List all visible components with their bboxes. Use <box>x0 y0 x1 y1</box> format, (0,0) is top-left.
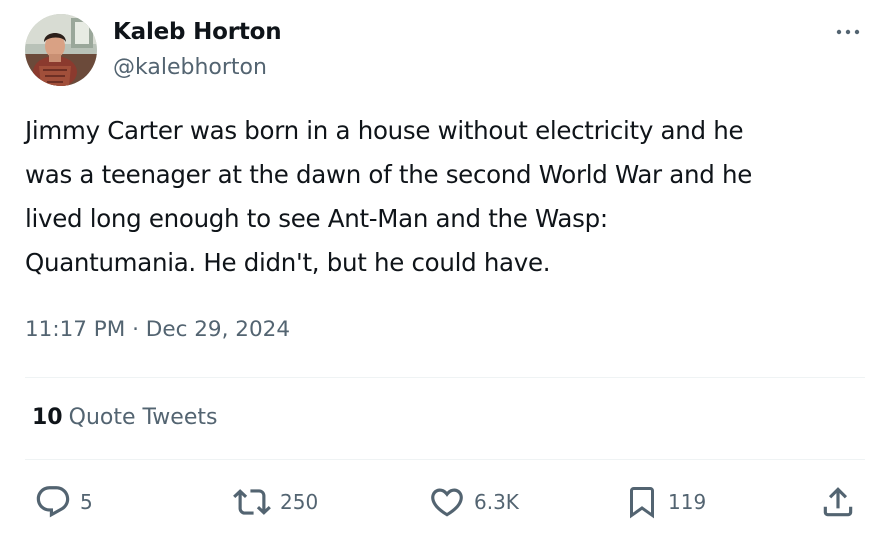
like-count: 6.3K <box>474 490 519 514</box>
quote-tweets-link[interactable]: 10 Quote Tweets <box>32 403 217 433</box>
user-avatar-photo-icon <box>25 14 97 86</box>
tweet-timestamp[interactable]: 11:17 PM · Dec 29, 2024 <box>25 315 290 345</box>
author-display-name[interactable]: Kaleb Horton <box>113 17 282 47</box>
retweet-count: 250 <box>280 490 319 514</box>
divider <box>25 377 865 378</box>
tweet-text-line: was a teenager at the dawn of the second… <box>25 160 752 189</box>
like-button[interactable]: 6.3K <box>428 483 519 521</box>
divider <box>25 459 865 460</box>
reply-icon <box>36 486 70 518</box>
avatar[interactable] <box>25 14 97 86</box>
bookmark-icon <box>630 487 654 519</box>
share-button[interactable] <box>819 483 857 521</box>
tweet-text-line: lived long enough to see Ant-Man and the… <box>25 204 608 233</box>
heart-icon <box>431 488 463 517</box>
quote-tweets-label: Quote Tweets <box>68 405 218 430</box>
quote-tweets-count: 10 <box>32 405 63 430</box>
bookmark-button[interactable]: 119 <box>624 483 706 521</box>
reply-button[interactable]: 5 <box>34 483 93 521</box>
tweet-text-line: Quantumania. He didn't, but he could hav… <box>25 248 551 277</box>
bookmark-count: 119 <box>668 490 707 514</box>
retweet-button[interactable]: 250 <box>232 483 318 521</box>
retweet-icon <box>233 489 271 515</box>
share-icon <box>823 487 853 517</box>
tweet-text-line: Jimmy Carter was born in a house without… <box>25 116 744 145</box>
author-handle[interactable]: @kalebhorton <box>113 53 267 83</box>
reply-count: 5 <box>80 490 93 514</box>
more-options-button[interactable] <box>834 22 864 42</box>
more-dots-icon <box>836 29 860 35</box>
tweet-card: Kaleb Horton @kalebhorton Jimmy Carter w… <box>0 0 881 534</box>
tweet-text: Jimmy Carter was born in a house without… <box>25 109 870 285</box>
